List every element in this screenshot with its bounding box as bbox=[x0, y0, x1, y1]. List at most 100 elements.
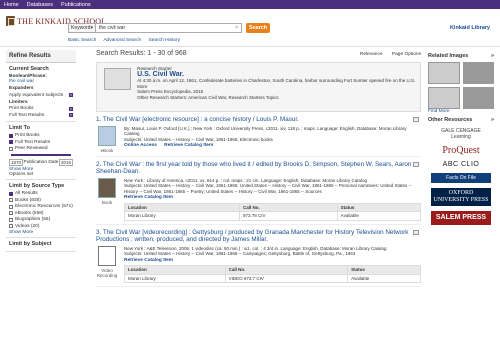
source-option[interactable]: Biographies (56) bbox=[9, 217, 73, 222]
starter-title[interactable]: U.S. Civil War. bbox=[137, 71, 417, 78]
limit-option[interactable]: Peer Reviewed bbox=[9, 146, 73, 151]
starter-thumbnail[interactable] bbox=[104, 68, 132, 90]
date-label: Publication Date bbox=[23, 160, 59, 165]
online-access-link[interactable]: Online Access bbox=[124, 143, 157, 148]
advanced-search-link[interactable]: Advanced Search bbox=[103, 38, 141, 43]
result-item: 1. The Civil War [electronic resource] :… bbox=[96, 116, 421, 157]
top-nav: Home Databases Publications bbox=[0, 0, 500, 9]
facts-on-file-logo[interactable]: Facts On File bbox=[431, 173, 491, 183]
subject-section: Limit by Subject bbox=[6, 238, 76, 252]
checkbox[interactable] bbox=[9, 224, 13, 228]
search-input[interactable]: the civil war × bbox=[96, 23, 242, 33]
date-from-input[interactable]: 1870 bbox=[9, 159, 24, 166]
checkbox[interactable] bbox=[9, 191, 13, 196]
retrieve-catalog-link[interactable]: Retrieve Catalog Item bbox=[164, 143, 213, 148]
chevron-right-icon[interactable]: » bbox=[491, 53, 494, 59]
page-options-dropdown[interactable]: Page Options bbox=[392, 52, 421, 57]
refine-panel: Refine Results Current Search Boolean/Ph… bbox=[6, 50, 76, 349]
proquest-logo[interactable]: ProQuest bbox=[431, 145, 491, 156]
nav-home[interactable]: Home bbox=[4, 2, 19, 8]
gale-logo[interactable]: GALE CENGAGE Learning bbox=[431, 128, 491, 140]
resources-list: GALE CENGAGE Learning ProQuest ABC CLIO … bbox=[428, 128, 494, 225]
source-type-section: Limit by Source Type All Results Books (… bbox=[6, 180, 76, 238]
source-option[interactable]: Videos (20) bbox=[9, 224, 73, 229]
results-count: Search Results: 1 - 30 of 968 bbox=[96, 50, 187, 57]
result-item: 3. The Civil War [videorecording] : Gett… bbox=[96, 229, 421, 287]
related-image[interactable] bbox=[428, 62, 460, 84]
date-slider[interactable] bbox=[11, 154, 71, 156]
other-resources-heading: Other Resources bbox=[428, 117, 473, 123]
limit-option[interactable]: Full Text Results bbox=[9, 140, 73, 145]
refine-title: Refine Results bbox=[6, 50, 76, 63]
show-more-link[interactable]: Show More bbox=[9, 230, 33, 235]
results-area: Search Results: 1 - 30 of 968 Relevance … bbox=[96, 50, 422, 349]
result-title[interactable]: The Civil War : the first year told by t… bbox=[96, 161, 411, 176]
table-row: Moran Library 973.78 CIV Available bbox=[123, 211, 422, 221]
remove-icon[interactable]: × bbox=[69, 113, 73, 117]
result-meta: By: Masur, Louis P. Oxford [U.K.] ; New … bbox=[124, 125, 407, 137]
checkbox[interactable] bbox=[9, 204, 13, 209]
add-to-folder-icon[interactable] bbox=[413, 161, 419, 167]
holdings-table: Location Call No. Status Moran Library VIDE… bbox=[124, 265, 421, 283]
limiter-item: Print Books × bbox=[9, 105, 73, 111]
find-more-link[interactable]: Find More bbox=[428, 109, 450, 114]
abc-clio-logo[interactable]: ABC CLIO bbox=[431, 161, 491, 168]
add-to-folder-icon[interactable] bbox=[413, 117, 419, 122]
retrieve-catalog-link[interactable]: Retrieve Catalog Item bbox=[124, 195, 173, 200]
checkbox[interactable] bbox=[9, 211, 13, 215]
limiter-item: Full Text Results × bbox=[9, 112, 73, 118]
result-subjects: Subjects: United States -- History -- Ci… bbox=[124, 183, 412, 194]
starter-text: At 4:30 a.m. on April 12, 1861, Confeder… bbox=[137, 78, 416, 89]
remove-icon[interactable]: × bbox=[69, 106, 73, 111]
source-option[interactable]: Electronic Resources (571) bbox=[9, 204, 73, 209]
book-icon: Book bbox=[96, 177, 118, 221]
header: THE KINKAID SCHOOL Keyword ▾ the civil wa… bbox=[0, 9, 500, 47]
source-option[interactable]: Books (838) bbox=[9, 198, 73, 203]
search-field-select[interactable]: Keyword ▾ bbox=[68, 23, 96, 33]
result-title[interactable]: The Civil War [electronic resource] : a … bbox=[103, 116, 299, 123]
checkbox[interactable] bbox=[9, 198, 13, 202]
checkbox[interactable] bbox=[9, 133, 13, 138]
oxford-logo[interactable]: OXFORD UNIVERSITY PRESS bbox=[431, 188, 491, 206]
logo-icon bbox=[6, 16, 15, 26]
checkbox[interactable] bbox=[9, 140, 13, 144]
related-image[interactable] bbox=[462, 87, 494, 109]
date-to-input[interactable]: 2016 bbox=[58, 159, 73, 166]
table-row: Moran Library VIDEO 973.7 CIV Available bbox=[124, 273, 421, 283]
current-search-section: Current Search Boolean/Phrase: the civil… bbox=[6, 63, 76, 122]
search-bar: Keyword ▾ the civil war × Search bbox=[68, 23, 270, 33]
expander-item: Apply equivalent subjects × bbox=[9, 92, 73, 98]
related-image[interactable] bbox=[428, 87, 460, 109]
chevron-down-icon: ▾ bbox=[90, 25, 93, 31]
limit-option[interactable]: Print Books bbox=[9, 133, 73, 138]
related-image[interactable] bbox=[462, 62, 494, 84]
boolean-value[interactable]: the civil war bbox=[9, 79, 34, 84]
nav-databases[interactable]: Databases bbox=[27, 2, 53, 8]
source-option[interactable]: All Results bbox=[9, 191, 73, 196]
holdings-table: Location Call No. Status Moran Library 973.… bbox=[123, 202, 422, 221]
remove-icon[interactable]: × bbox=[69, 93, 73, 97]
source-option[interactable]: eBooks (558) bbox=[9, 211, 73, 216]
nav-publications[interactable]: Publications bbox=[61, 2, 91, 8]
clear-icon[interactable]: × bbox=[235, 25, 238, 31]
relevance-dropdown[interactable]: Relevance bbox=[360, 52, 383, 57]
result-title[interactable]: The Civil War [videorecording] : Gettysb… bbox=[96, 229, 408, 244]
retrieve-catalog-link[interactable]: Retrieve Catalog Item bbox=[124, 258, 173, 263]
search-button[interactable]: Search bbox=[246, 23, 270, 33]
limit-to-heading: Limit To bbox=[9, 125, 30, 131]
date-range: 1870 Publication Date 2016 bbox=[9, 159, 73, 166]
right-sidebar: Related Images » Find More Other Resource… bbox=[428, 50, 494, 349]
video-icon: Video Recording bbox=[96, 245, 118, 284]
checkbox[interactable] bbox=[9, 146, 13, 151]
library-link[interactable]: Kinkaid Library bbox=[450, 25, 490, 31]
chevron-right-icon[interactable]: » bbox=[491, 117, 494, 123]
checkbox[interactable] bbox=[9, 217, 13, 222]
current-search-heading: Current Search bbox=[9, 66, 49, 72]
salem-press-logo[interactable]: SALEM PRESS bbox=[431, 211, 491, 225]
subject-heading[interactable]: Limit by Subject bbox=[9, 241, 73, 247]
basic-search-link[interactable]: Basic Search bbox=[68, 38, 96, 43]
add-to-folder-icon[interactable] bbox=[413, 229, 419, 235]
research-starter: Research Starter U.S. Civil War. At 4:30… bbox=[96, 62, 421, 112]
related-images-heading: Related Images bbox=[428, 53, 469, 59]
search-history-link[interactable]: Search History bbox=[149, 38, 180, 43]
